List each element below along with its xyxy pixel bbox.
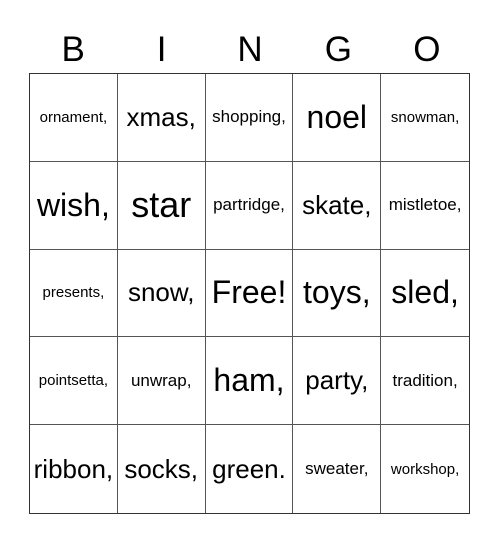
bingo-cell[interactable]: pointsetta,: [30, 337, 118, 426]
bingo-cell[interactable]: green.: [206, 425, 294, 513]
bingo-cell[interactable]: workshop,: [381, 425, 469, 513]
bingo-cell[interactable]: noel: [293, 74, 382, 162]
bingo-cell[interactable]: unwrap,: [117, 337, 206, 426]
bingo-cell[interactable]: sweater,: [293, 425, 382, 513]
bingo-cell[interactable]: tradition,: [381, 337, 469, 426]
header-letter-i: I: [156, 30, 167, 69]
bingo-cell[interactable]: ham,: [205, 337, 294, 426]
free-space-cell[interactable]: Free!: [205, 249, 294, 338]
bingo-cell[interactable]: star: [117, 161, 206, 250]
bingo-cell[interactable]: mistletoe,: [381, 162, 469, 250]
header-letter-g: G: [324, 30, 353, 69]
bingo-cell[interactable]: presents,: [30, 249, 118, 338]
bingo-cell[interactable]: shopping,: [205, 74, 294, 162]
bingo-cell[interactable]: snow,: [117, 249, 206, 338]
bingo-cell[interactable]: skate,: [293, 161, 382, 250]
header-letter-b: B: [61, 30, 85, 69]
bingo-cell[interactable]: toys,: [293, 249, 382, 338]
bingo-grid: ornament, xmas, shopping, noel snowman, wish,…: [29, 73, 470, 514]
bingo-cell[interactable]: snowman,: [381, 74, 469, 162]
bingo-cell[interactable]: wish,: [30, 161, 118, 250]
bingo-cell[interactable]: partridge,: [205, 161, 294, 250]
bingo-header: B I N G O: [29, 28, 471, 72]
header-letter-o: O: [413, 30, 441, 69]
bingo-cell[interactable]: ribbon,: [30, 425, 118, 513]
bingo-cell[interactable]: socks,: [118, 425, 206, 513]
bingo-cell[interactable]: party,: [293, 337, 382, 426]
header-letter-n: N: [237, 30, 263, 69]
bingo-cell[interactable]: xmas,: [117, 74, 206, 162]
bingo-cell[interactable]: ornament,: [30, 74, 118, 162]
bingo-cell[interactable]: sled,: [381, 250, 469, 338]
